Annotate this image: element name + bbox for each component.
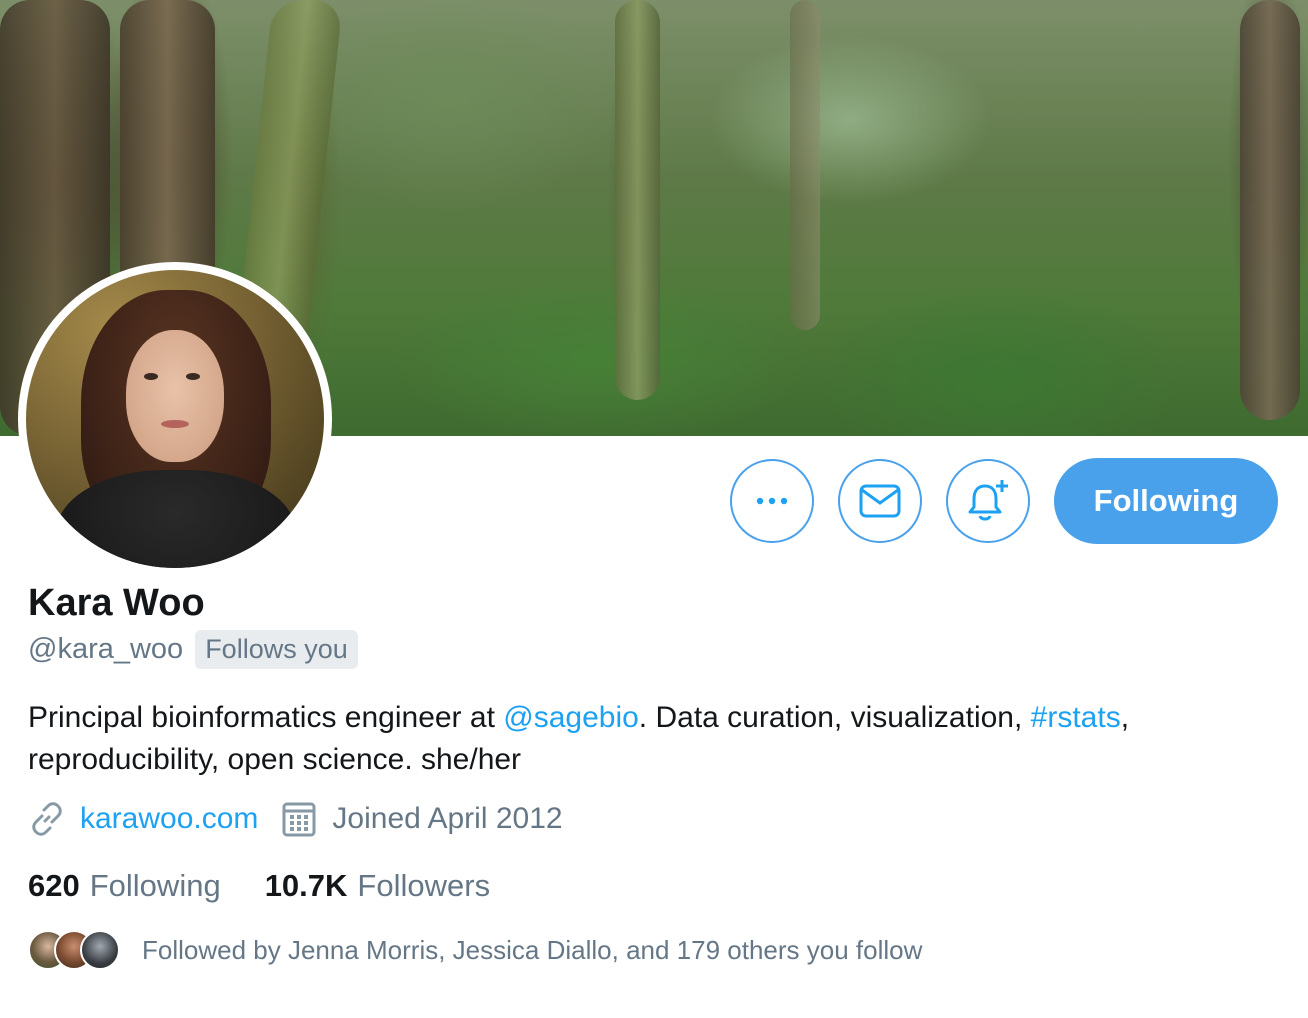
follower-avatar [80,930,120,970]
following-count-link[interactable]: 620 Following [28,868,221,904]
profile-avatar[interactable] [18,262,332,576]
avatar-photo [26,270,324,568]
calendar-icon [282,802,316,837]
website-link[interactable]: karawoo.com [80,802,258,836]
follow-counts: 620 Following 10.7K Followers [28,868,490,904]
bio-text: . Data curation, visualization, [638,701,1031,734]
display-name: Kara Woo [28,582,205,624]
handle-row: @kara_woo Follows you [28,630,358,669]
followers-count-link[interactable]: 10.7K Followers [265,868,490,904]
more-horizontal-icon [756,497,788,505]
followed-by-text: Followed by Jenna Morris, Jessica Diallo… [142,934,923,965]
bio-mention-link[interactable]: @sagebio [503,701,639,734]
followers-count: 10.7K [264,868,348,903]
bio-text: Principal bioinformatics engineer at [28,701,504,734]
following-button[interactable]: Following [1054,458,1278,544]
link-icon [32,802,62,836]
bell-plus-icon [968,480,1008,521]
followers-label: Followers [357,868,491,903]
following-label: Following [89,868,221,903]
profile-actions: Following [730,458,1278,544]
joined-date: Joined April 2012 [332,802,563,835]
notifications-button[interactable] [946,459,1030,543]
bio-hashtag-link[interactable]: #rstats [1031,701,1121,734]
following-count: 620 [28,868,80,903]
profile-meta: karawoo.com Joined April 2012 [28,800,563,838]
followed-by-row[interactable]: Followed by Jenna Morris, Jessica Diallo… [28,930,922,970]
message-button[interactable] [838,459,922,543]
more-button[interactable] [730,459,814,543]
envelope-icon [859,484,901,518]
profile-bio: Principal bioinformatics engineer at @sa… [28,697,1288,781]
follows-you-badge: Follows you [195,630,358,669]
user-handle: @kara_woo [28,633,184,665]
